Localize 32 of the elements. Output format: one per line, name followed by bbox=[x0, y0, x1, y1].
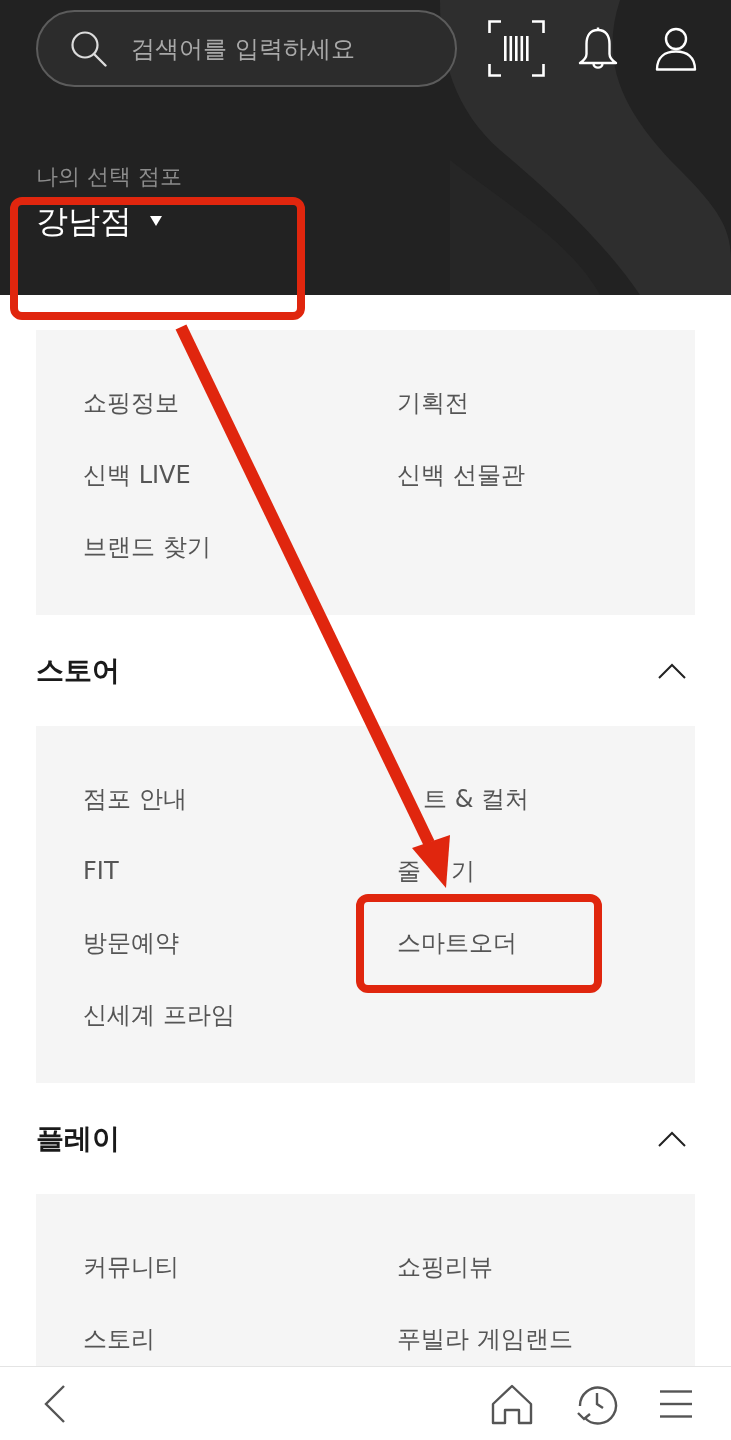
menu-link[interactable]: 신세계 프라임 bbox=[83, 1003, 235, 1027]
search-icon bbox=[70, 30, 107, 67]
menu-link[interactable]: 기 bbox=[451, 859, 475, 883]
bell-icon[interactable] bbox=[578, 26, 618, 71]
menu-link[interactable]: 줄 bbox=[397, 859, 421, 883]
menu-link[interactable]: 쇼핑리뷰 bbox=[397, 1255, 493, 1279]
home-icon[interactable] bbox=[491, 1382, 533, 1425]
menu-link[interactable]: 신백 LIVE bbox=[83, 463, 191, 487]
menu-link[interactable]: FIT bbox=[83, 859, 119, 883]
section-title: 스토어 bbox=[36, 652, 120, 689]
menu-link[interactable]: 브랜드 찾기 bbox=[83, 535, 211, 559]
chevron-icon[interactable] bbox=[658, 662, 686, 679]
section-title: 플레이 bbox=[36, 1120, 120, 1157]
store-select-button[interactable]: 강남점 bbox=[36, 201, 162, 241]
menu-icon[interactable] bbox=[660, 1389, 692, 1418]
person-icon[interactable] bbox=[655, 26, 697, 71]
menu-link[interactable]: 방문예약 bbox=[83, 931, 179, 955]
back-icon[interactable] bbox=[44, 1383, 66, 1424]
caret-icon bbox=[150, 216, 162, 226]
menu-link[interactable]: 점포 안내 bbox=[83, 787, 187, 811]
menu-link[interactable]: 스마트오더 bbox=[397, 931, 517, 955]
menu-link[interactable]: 커뮤니티 bbox=[83, 1255, 179, 1279]
menu-link[interactable]: 신백 선물관 bbox=[397, 463, 525, 487]
menu-link[interactable]: 기획전 bbox=[397, 391, 469, 415]
menu-link[interactable]: 트 & 컬처 bbox=[423, 787, 529, 811]
menu-link[interactable]: 푸빌라 게임랜드 bbox=[397, 1327, 573, 1351]
menu-link[interactable]: 스토리 bbox=[83, 1327, 155, 1351]
menu-link[interactable]: 쇼핑정보 bbox=[83, 391, 179, 415]
store-caption: 나의 선택 점포 bbox=[36, 163, 182, 191]
search-field[interactable]: 검색어를 입력하세요 bbox=[36, 10, 457, 87]
chevron-icon[interactable] bbox=[658, 1130, 686, 1147]
barcode-scan-icon[interactable] bbox=[488, 20, 545, 77]
